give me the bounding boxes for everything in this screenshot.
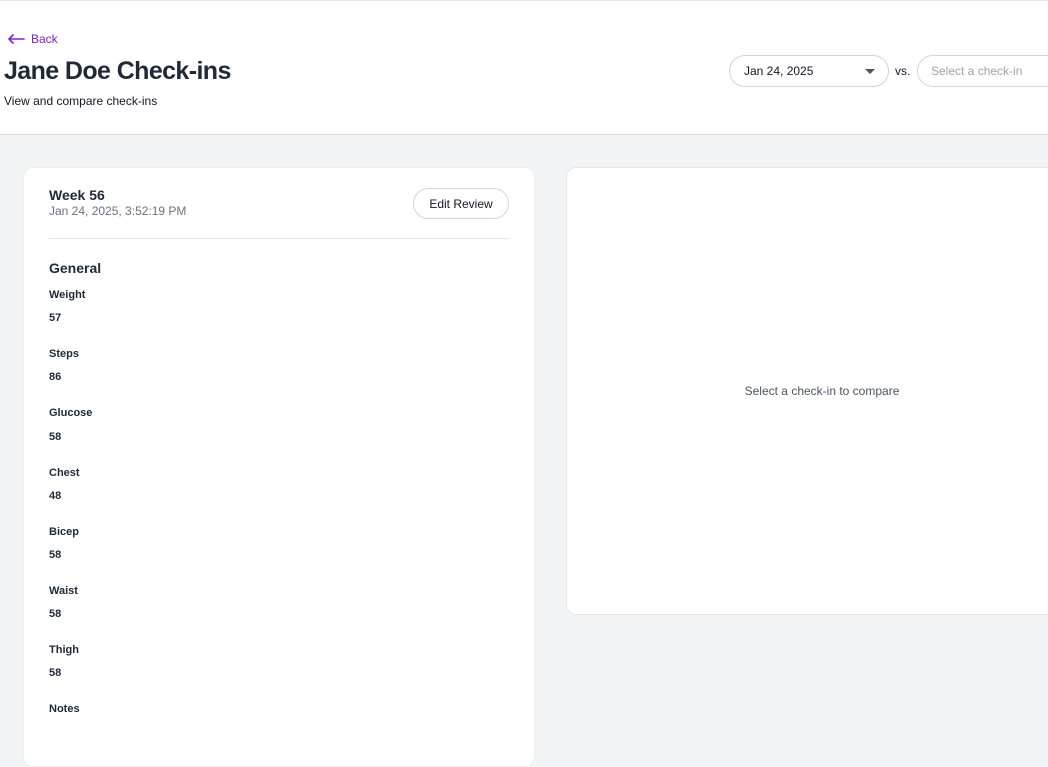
compare-card: Select a check-in to compare xyxy=(566,167,1048,615)
field-value-glucose: 58 xyxy=(49,431,62,443)
field-label-waist: Waist xyxy=(49,585,78,597)
checkin-card: Week 56 Jan 24, 2025, 3:52:19 PM Edit Re… xyxy=(23,167,535,767)
checkin-datetime: Jan 24, 2025, 3:52:19 PM xyxy=(49,204,187,218)
page-title: Jane Doe Check-ins xyxy=(4,57,231,85)
back-label: Back xyxy=(31,32,58,46)
field-label-glucose: Glucose xyxy=(49,407,93,419)
field-value-chest: 48 xyxy=(49,490,62,502)
compare-select[interactable]: Select a check-in xyxy=(917,55,1048,87)
week-title: Week 56 xyxy=(49,187,105,203)
field-value-waist: 58 xyxy=(49,608,62,620)
divider xyxy=(49,238,509,239)
checkin-select[interactable]: Jan 24, 2025 xyxy=(729,55,889,87)
vs-label: vs. xyxy=(895,64,911,78)
page-header: Back Jane Doe Check-ins View and compare… xyxy=(0,0,1048,135)
compare-empty-message: Select a check-in to compare xyxy=(744,384,900,398)
page-subtitle: View and compare check-ins xyxy=(4,94,158,108)
back-link[interactable]: Back xyxy=(8,32,58,46)
caret-down-icon xyxy=(865,69,875,74)
field-label-notes: Notes xyxy=(49,703,80,715)
compare-select-placeholder: Select a check-in xyxy=(931,64,1023,78)
field-value-weight: 57 xyxy=(49,312,62,324)
section-title: General xyxy=(49,260,102,276)
field-label-chest: Chest xyxy=(49,467,80,479)
field-value-steps: 86 xyxy=(49,371,62,383)
field-value-bicep: 58 xyxy=(49,549,62,561)
edit-review-button[interactable]: Edit Review xyxy=(413,188,509,219)
field-label-steps: Steps xyxy=(49,348,79,360)
field-value-thigh: 58 xyxy=(49,667,62,679)
checkin-select-value: Jan 24, 2025 xyxy=(744,64,814,78)
field-label-thigh: Thigh xyxy=(49,644,79,656)
arrow-left-icon xyxy=(8,34,25,44)
field-label-bicep: Bicep xyxy=(49,526,79,538)
field-label-weight: Weight xyxy=(49,289,86,301)
